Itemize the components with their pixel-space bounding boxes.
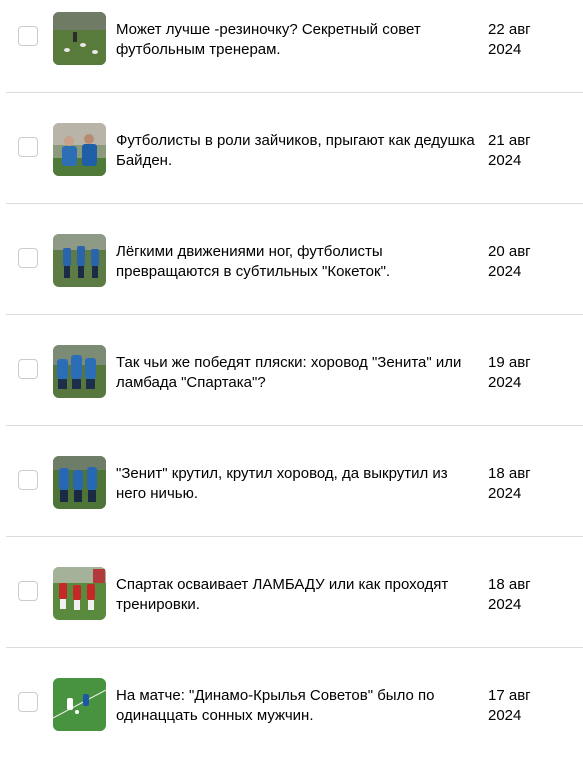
item-date-day: 19 авг bbox=[488, 354, 531, 371]
item-title[interactable]: Футболисты в роли зайчиков, прыгают как … bbox=[116, 131, 478, 171]
video-thumbnail[interactable] bbox=[53, 456, 106, 509]
item-date-day: 18 авг bbox=[488, 576, 531, 593]
item-date: 19 авг 2024 bbox=[488, 353, 568, 393]
item-title[interactable]: Может лучше -резиночку? Секретный совет … bbox=[116, 20, 478, 60]
item-date-day: 17 авг bbox=[488, 687, 531, 704]
select-checkbox[interactable] bbox=[18, 137, 38, 157]
item-date-day: 21 авг bbox=[488, 132, 531, 149]
list-item: "Зенит" крутил, крутил хоровод, да выкру… bbox=[0, 426, 583, 537]
item-date: 21 авг 2024 bbox=[488, 131, 568, 171]
item-date-year: 2024 bbox=[488, 596, 522, 613]
item-date-year: 2024 bbox=[488, 41, 522, 58]
select-checkbox[interactable] bbox=[18, 359, 38, 379]
item-date-year: 2024 bbox=[488, 263, 522, 280]
item-date: 17 авг 2024 bbox=[488, 686, 568, 726]
item-date-year: 2024 bbox=[488, 707, 522, 724]
list-item: На матче: "Динамо-Крылья Советов" было п… bbox=[0, 648, 583, 758]
select-checkbox[interactable] bbox=[18, 470, 38, 490]
item-date-year: 2024 bbox=[488, 152, 522, 169]
item-date-day: 22 авг bbox=[488, 21, 531, 38]
item-date: 18 авг 2024 bbox=[488, 575, 568, 615]
item-title[interactable]: Так чьи же победят пляски: хоровод "Зени… bbox=[116, 353, 478, 393]
video-thumbnail[interactable] bbox=[53, 234, 106, 287]
list-item: Футболисты в роли зайчиков, прыгают как … bbox=[0, 93, 583, 204]
item-title[interactable]: "Зенит" крутил, крутил хоровод, да выкру… bbox=[116, 464, 478, 504]
item-date-day: 18 авг bbox=[488, 465, 531, 482]
list-item: Спартак осваивает ЛАМБАДУ или как проход… bbox=[0, 537, 583, 648]
list-item: Так чьи же победят пляски: хоровод "Зени… bbox=[0, 315, 583, 426]
video-thumbnail[interactable] bbox=[53, 345, 106, 398]
video-thumbnail[interactable] bbox=[53, 678, 106, 731]
item-title[interactable]: Спартак осваивает ЛАМБАДУ или как проход… bbox=[116, 575, 478, 615]
item-date: 22 авг 2024 bbox=[488, 20, 568, 60]
video-thumbnail[interactable] bbox=[53, 123, 106, 176]
item-date-year: 2024 bbox=[488, 374, 522, 391]
item-date-day: 20 авг bbox=[488, 243, 531, 260]
item-date: 20 авг 2024 bbox=[488, 242, 568, 282]
select-checkbox[interactable] bbox=[18, 26, 38, 46]
select-checkbox[interactable] bbox=[18, 248, 38, 268]
video-thumbnail[interactable] bbox=[53, 567, 106, 620]
list-item: Лёгкими движениями ног, футболисты превр… bbox=[0, 204, 583, 315]
select-checkbox[interactable] bbox=[18, 581, 38, 601]
list-item: Может лучше -резиночку? Секретный совет … bbox=[0, 0, 583, 93]
item-date: 18 авг 2024 bbox=[488, 464, 568, 504]
video-thumbnail[interactable] bbox=[53, 12, 106, 65]
select-checkbox[interactable] bbox=[18, 692, 38, 712]
item-date-year: 2024 bbox=[488, 485, 522, 502]
item-title[interactable]: Лёгкими движениями ног, футболисты превр… bbox=[116, 242, 478, 282]
video-list: Может лучше -резиночку? Секретный совет … bbox=[0, 0, 583, 758]
item-title[interactable]: На матче: "Динамо-Крылья Советов" было п… bbox=[116, 686, 478, 726]
